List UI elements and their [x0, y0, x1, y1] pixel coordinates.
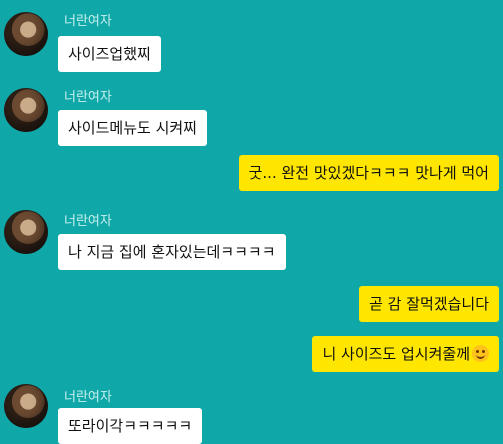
avatar[interactable] [4, 384, 48, 428]
avatar[interactable] [4, 12, 48, 56]
incoming-message-bubble[interactable]: 사이드메뉴도 시켜찌 [58, 110, 207, 146]
sender-name: 너란여자 [64, 14, 112, 29]
avatar[interactable] [4, 88, 48, 132]
outgoing-message-bubble[interactable]: 곧 감 잘먹겠습니다 [359, 286, 499, 322]
incoming-message-bubble[interactable]: 사이즈업했찌 [58, 36, 161, 72]
sender-name: 너란여자 [64, 214, 112, 229]
outgoing-message-bubble[interactable]: 니 사이즈도 업시켜줄께 [312, 336, 499, 372]
incoming-message-bubble[interactable]: 나 지금 집에 혼자있는데ㅋㅋㅋㅋ [58, 234, 286, 270]
incoming-message-bubble[interactable]: 또라이각ㅋㅋㅋㅋㅋ [58, 408, 203, 444]
message-text: 니 사이즈도 업시켜줄께 [322, 345, 470, 363]
avatar[interactable] [4, 210, 48, 254]
sender-name: 너란여자 [64, 390, 112, 405]
smiling-face-icon [472, 345, 489, 362]
outgoing-message-bubble[interactable]: 굿... 완전 맛있겠다ㅋㅋㅋ 맛나게 먹어 [238, 155, 499, 191]
sender-name: 너란여자 [64, 90, 112, 105]
